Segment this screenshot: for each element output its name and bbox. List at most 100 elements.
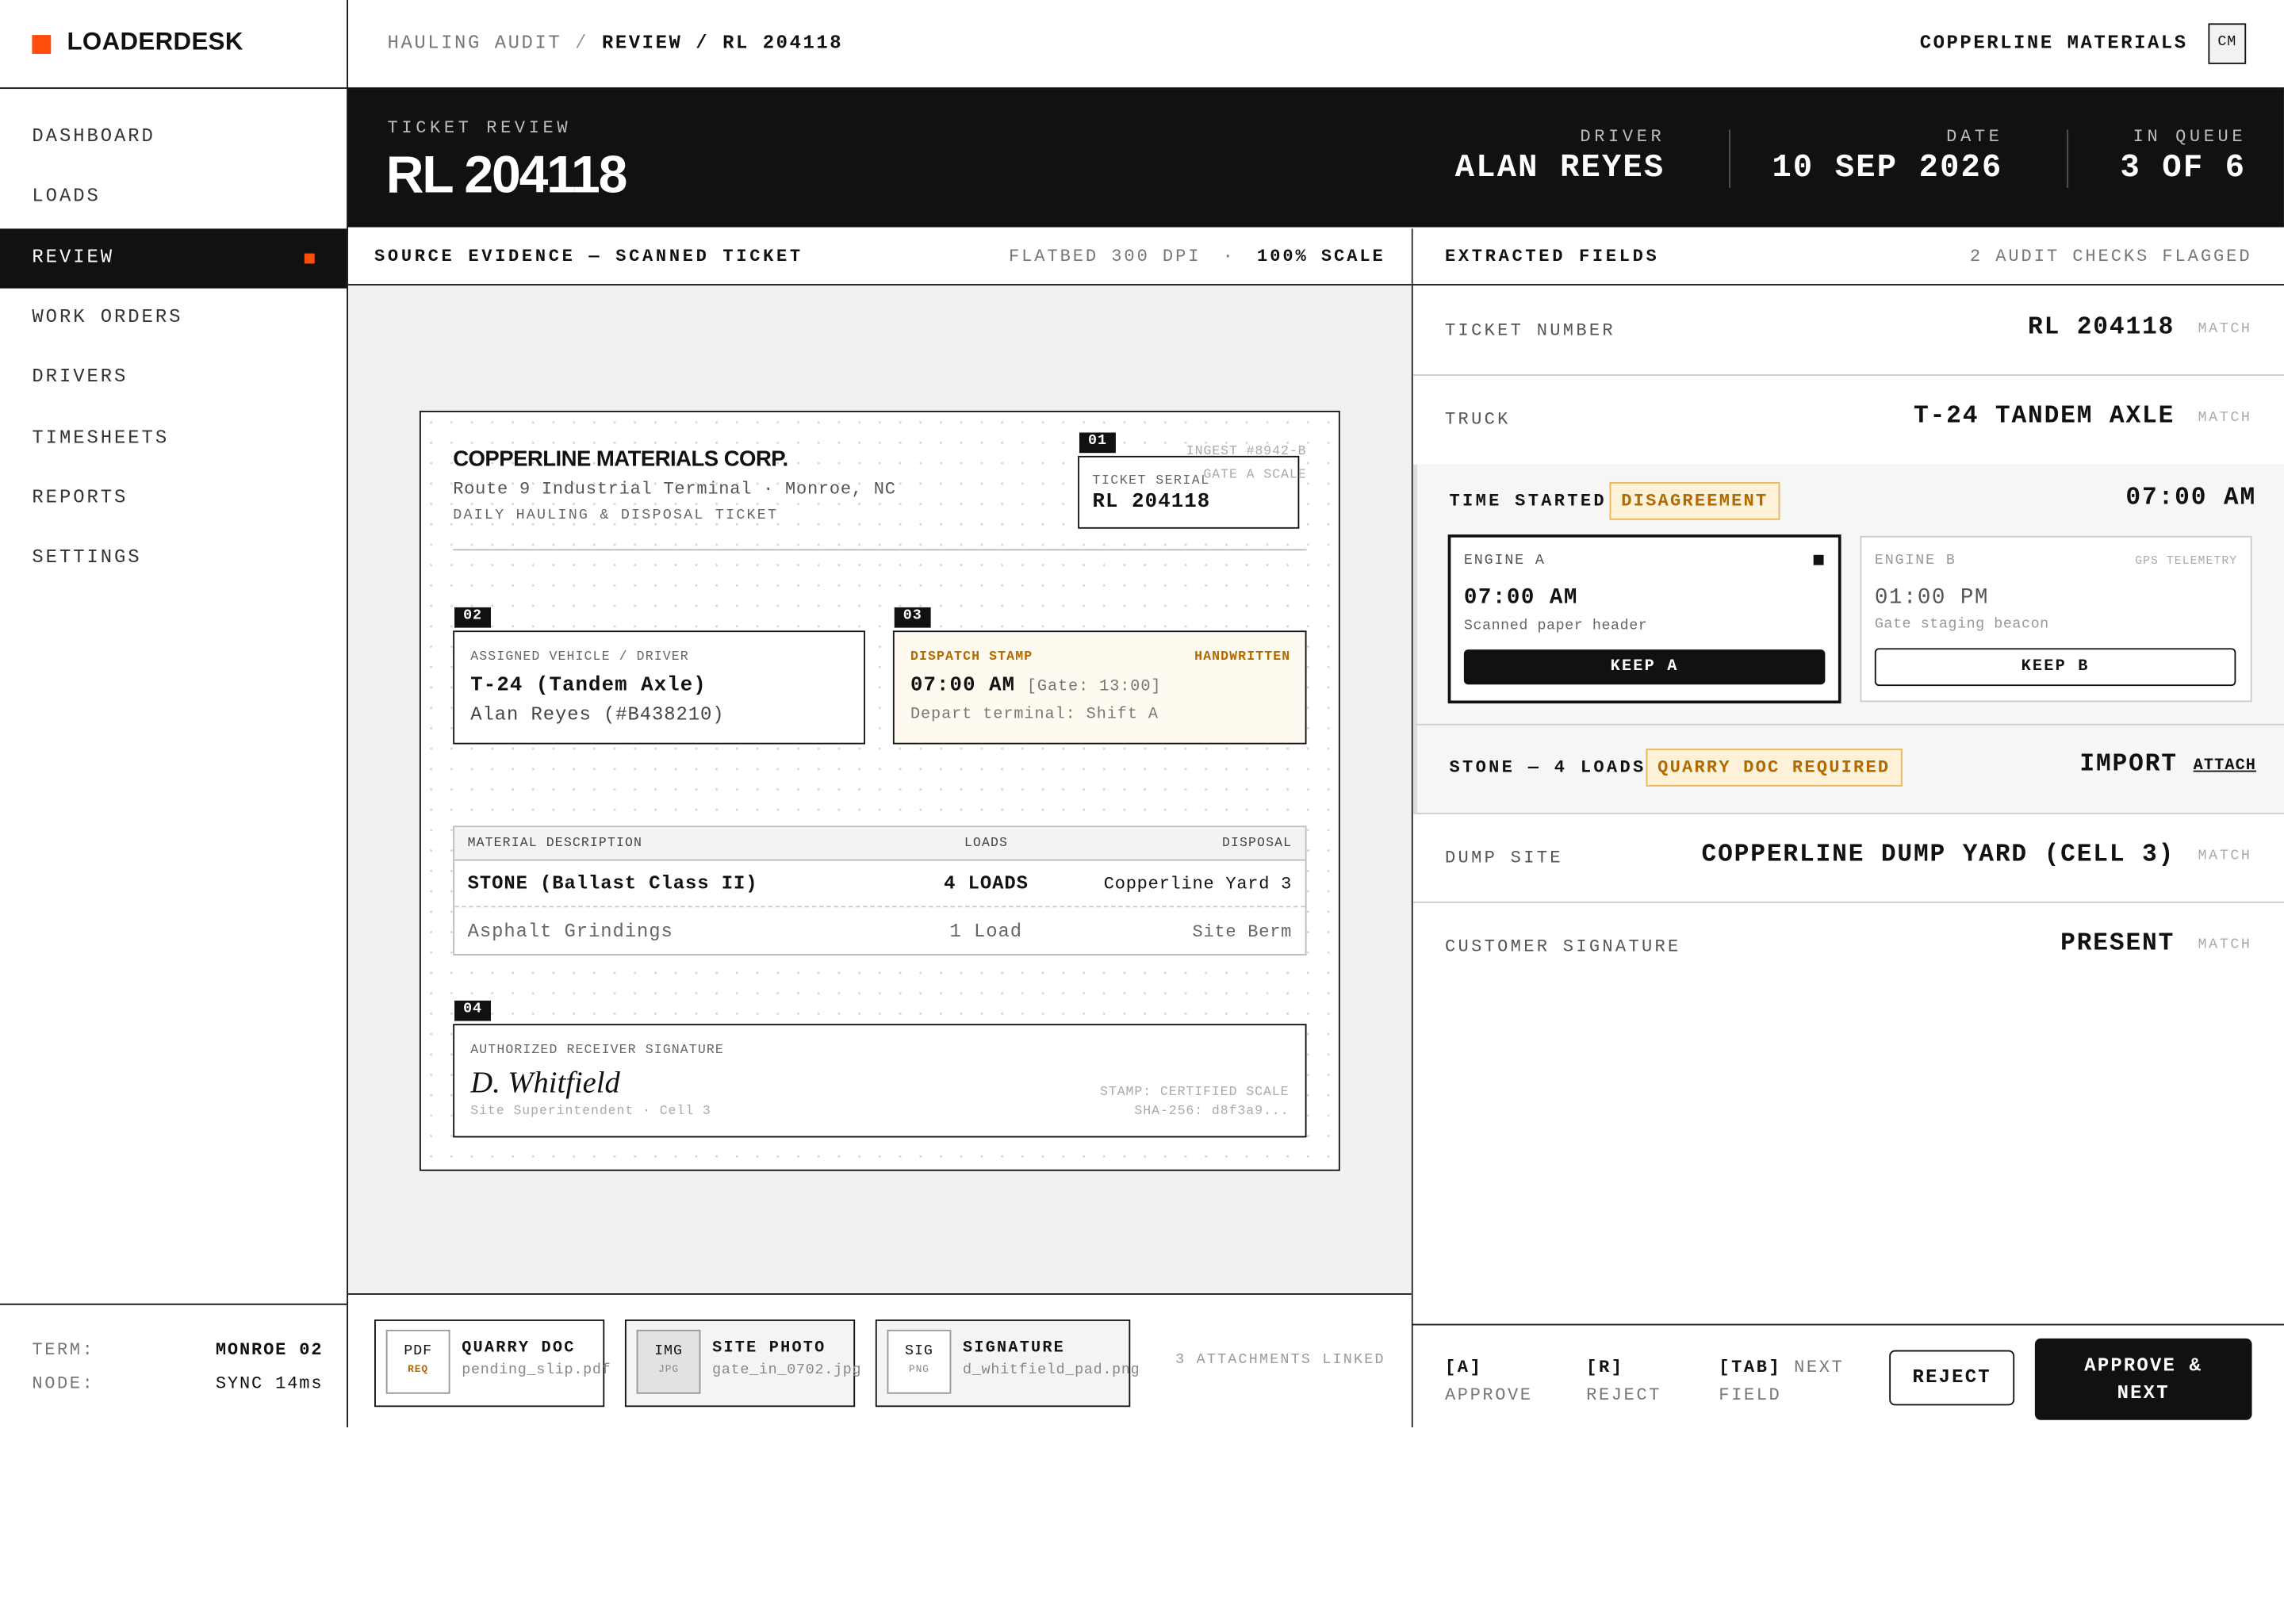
signature-role: Site Superintendent · Cell 3	[470, 1104, 711, 1119]
signature-hash: SHA-256: d8f3a9...	[1134, 1104, 1290, 1119]
field-truck[interactable]: TRUCK T-24 TANDEM AXLE MATCH	[1412, 376, 2284, 466]
field-value: 07:00 AM	[2125, 485, 2257, 513]
sidebar-item-label: TIMESHEETS	[32, 427, 170, 449]
sidebar-item-reports[interactable]: REPORTS	[0, 469, 347, 528]
table-row[interactable]: STONE (Ballast Class II) 4 LOADS Copperl…	[454, 860, 1305, 908]
approve-next-button[interactable]: APPROVE & NEXT	[2034, 1338, 2252, 1420]
pdf-file-icon: PDF REQ	[385, 1329, 450, 1394]
shortcut-reject: [R] REJECT	[1586, 1357, 1661, 1406]
stamp-time: 07:00 AM	[910, 674, 1016, 698]
sidebar-item-timesheets[interactable]: TIMESHEETS	[0, 409, 347, 469]
scan-scale[interactable]: 100% SCALE	[1257, 246, 1385, 266]
sidebar-item-label: LOADS	[32, 185, 101, 207]
table-cell: 1 Load	[949, 920, 1023, 943]
attachments-bar: PDF REQ QUARRY DOC pending_slip.pdf IMG …	[347, 1293, 1412, 1429]
field-value: PRESENT	[2060, 930, 2175, 959]
field-value: COPPERLINE DUMP YARD (CELL 3)	[1701, 841, 2175, 870]
driver-value: Alan Reyes (#B438210)	[470, 703, 725, 726]
sidebar-item-settings[interactable]: SETTINGS	[0, 529, 347, 588]
signature-name: D. Whitfield	[470, 1064, 620, 1100]
sidebar-item-work-orders[interactable]: WORK ORDERS	[0, 289, 347, 348]
field-label: TIME STARTED	[1449, 490, 1607, 511]
sidebar-item-label: REPORTS	[32, 486, 128, 509]
reject-button[interactable]: REJECT	[1889, 1350, 2015, 1406]
handwritten-badge: HANDWRITTEN	[1194, 649, 1291, 665]
fields-panel-header: EXTRACTED FIELDS 2 AUDIT CHECKS FLAGGED	[1412, 228, 2284, 285]
ticket-review-label: TICKET REVIEW	[387, 117, 572, 139]
topbar: HAULING AUDIT / REVIEW / RL 204118 COPPE…	[347, 0, 2284, 90]
vehicle-label: ASSIGNED VEHICLE / DRIVER	[470, 649, 689, 665]
driver-stat: DRIVER ALAN REYES	[1455, 127, 1665, 186]
breadcrumb: HAULING AUDIT / REVIEW / RL 204118	[388, 32, 844, 54]
match-status: MATCH	[2198, 410, 2252, 427]
field-label: CUSTOMER SIGNATURE	[1445, 936, 1681, 957]
material-table: MATERIAL DESCRIPTION LOADS DISPOSAL STON…	[453, 825, 1307, 956]
sidebar-item-review[interactable]: REVIEW	[0, 228, 347, 289]
attachment-name: QUARRY DOC	[462, 1339, 576, 1358]
vehicle-driver-box[interactable]: ASSIGNED VEHICLE / DRIVER T-24 (Tandem A…	[453, 630, 865, 745]
field-dump-site[interactable]: DUMP SITE COPPERLINE DUMP YARD (CELL 3) …	[1412, 814, 2284, 903]
attachment-signature[interactable]: SIG PNG SIGNATURE d_whitfield_pad.png	[875, 1320, 1140, 1408]
flag-count: 2 AUDIT CHECKS FLAGGED	[1969, 246, 2252, 267]
keep-b-button[interactable]: KEEP B	[1874, 648, 2236, 687]
disagreement-badge: DISAGREEMENT	[1609, 481, 1780, 520]
node-value: SYNC 14ms	[215, 1373, 324, 1394]
table-header-cell: LOADS	[964, 836, 1009, 851]
sidebar: LOADERDESK DASHBOARD LOADS REVIEW WORK O…	[0, 0, 348, 1427]
keep-a-button[interactable]: KEEP A	[1463, 649, 1826, 685]
field-label: TRUCK	[1445, 409, 1511, 430]
signature-file-icon: SIG PNG	[887, 1329, 952, 1394]
attachment-file: gate_in_0702.jpg	[712, 1363, 862, 1380]
attach-link[interactable]: ATTACH	[2194, 757, 2256, 775]
scan-info: FLATBED 300 DPI	[1008, 246, 1201, 267]
attachment-quarry-doc[interactable]: PDF REQ QUARRY DOC pending_slip.pdf	[374, 1320, 611, 1408]
scanned-ticket: COPPERLINE MATERIALS CORP. Route 9 Indus…	[419, 410, 1340, 1171]
sidebar-item-label: REVIEW	[32, 246, 115, 268]
field-customer-signature[interactable]: CUSTOMER SIGNATURE PRESENT MATCH	[1413, 903, 2284, 990]
match-status: MATCH	[2198, 937, 2252, 955]
receiver-signature-box[interactable]: AUTHORIZED RECEIVER SIGNATURE D. Whitfie…	[453, 1024, 1307, 1138]
sidebar-item-loads[interactable]: LOADS	[0, 167, 347, 227]
quarry-doc-badge: QUARRY DOC REQUIRED	[1646, 749, 1903, 787]
attachment-file: pending_slip.pdf	[462, 1363, 611, 1380]
table-row[interactable]: Asphalt Grindings 1 Load Site Berm	[454, 907, 1305, 952]
match-status: MATCH	[2198, 321, 2252, 339]
sidebar-item-drivers[interactable]: DRIVERS	[0, 348, 347, 408]
ticket-serial-value: RL 204118	[1092, 490, 1211, 515]
field-value: RL 204118	[2028, 314, 2175, 343]
engine-b-card[interactable]: ENGINE B GPS TELEMETRY 01:00 PM Gate sta…	[1860, 535, 2252, 703]
dispatch-stamp-box[interactable]: DISPATCH STAMP HANDWRITTEN 07:00 AM [Gat…	[892, 630, 1307, 745]
engine-a-card[interactable]: ENGINE A 07:00 AM Scanned paper header K…	[1447, 534, 1841, 704]
stamp-depart: Depart terminal: Shift A	[910, 706, 1159, 724]
gate-scale-note: GATE A SCALE	[1203, 467, 1307, 482]
field-stone-loads: STONE — 4 LOADS QUARRY DOC REQUIRED IMPO…	[1412, 725, 2284, 814]
driver-value: ALAN REYES	[1454, 150, 1665, 187]
logo[interactable]: LOADERDESK	[0, 0, 347, 90]
scan-viewport[interactable]: COPPERLINE MATERIALS CORP. Route 9 Indus…	[347, 285, 1412, 1293]
app-root: LOADERDESK DASHBOARD LOADS REVIEW WORK O…	[0, 0, 2284, 1623]
page-title: RL 204118	[385, 144, 628, 205]
sidebar-item-dashboard[interactable]: DASHBOARD	[0, 108, 347, 167]
signature-stamp: STAMP: CERTIFIED SCALE	[1100, 1085, 1290, 1100]
review-actions: [A] APPROVE [R] REJECT [TAB] NEXT FIELD …	[1412, 1323, 2284, 1429]
field-ticket-number[interactable]: TICKET NUMBER RL 204118 MATCH	[1412, 285, 2284, 376]
table-cell: 4 LOADS	[944, 872, 1029, 894]
match-status: MATCH	[2198, 848, 2252, 865]
attachment-file: d_whitfield_pad.png	[963, 1363, 1140, 1380]
extracted-fields-panel: EXTRACTED FIELDS 2 AUDIT CHECKS FLAGGED …	[1412, 228, 2284, 1429]
ticket-serial-label: TICKET SERIAL	[1092, 473, 1210, 488]
evidence-panel: SOURCE EVIDENCE — SCANNED TICKET FLATBED…	[347, 228, 1413, 1429]
attachment-name: SITE PHOTO	[712, 1339, 826, 1358]
field-label: TICKET NUMBER	[1445, 320, 1615, 341]
region-tag: 02	[454, 607, 491, 628]
field-time-started: TIME STARTED DISAGREEMENT 07:00 AM ENGIN…	[1412, 464, 2284, 726]
attachment-site-photo[interactable]: IMG JPG SITE PHOTO gate_in_0702.jpg	[624, 1320, 861, 1408]
avatar[interactable]: CM	[2208, 23, 2247, 64]
sidebar-footer: TERM: MONROE 02 NODE: SYNC 14ms	[0, 1303, 347, 1429]
table-header-row: MATERIAL DESCRIPTION LOADS DISPOSAL	[454, 827, 1305, 861]
ticket-address: Route 9 Industrial Terminal · Monroe, NC	[453, 479, 896, 500]
breadcrumb-root[interactable]: HAULING AUDIT	[388, 32, 562, 54]
table-cell: STONE (Ballast Class II)	[467, 872, 758, 894]
table-header-cell: DISPOSAL	[1221, 836, 1293, 851]
evidence-panel-header: SOURCE EVIDENCE — SCANNED TICKET FLATBED…	[347, 228, 1412, 285]
